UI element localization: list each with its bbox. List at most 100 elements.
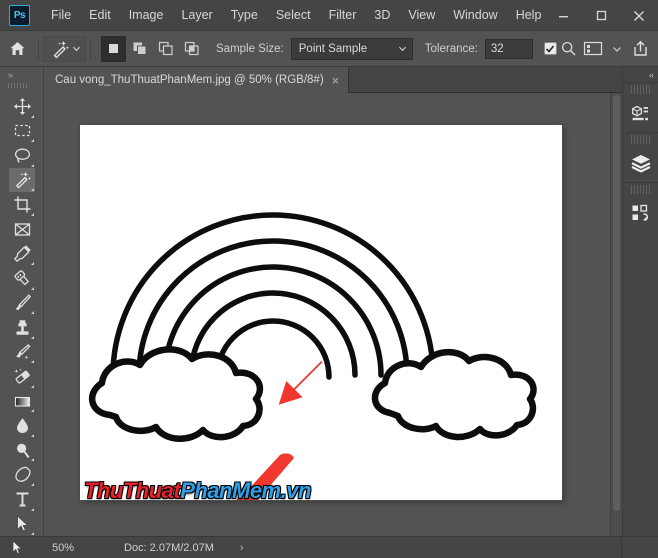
frame-icon xyxy=(13,220,32,239)
type-icon xyxy=(13,490,32,509)
eraser-icon xyxy=(13,367,32,386)
sample-size-value: Point Sample xyxy=(299,43,367,55)
tool-preset-picker[interactable] xyxy=(43,36,86,62)
left-cloud xyxy=(92,349,260,438)
menu-filter[interactable]: Filter xyxy=(320,4,366,26)
menu-image[interactable]: Image xyxy=(120,4,173,26)
minimize-icon xyxy=(558,10,569,21)
watermark: ThuThuatPhanMem.vn xyxy=(84,478,311,500)
properties-panel-group xyxy=(623,82,658,132)
canvas-viewport[interactable]: ThuThuatPhanMem.vn xyxy=(44,93,622,536)
properties-panel-button[interactable] xyxy=(623,94,658,132)
status-expand-arrow[interactable]: › xyxy=(240,542,244,554)
layers-panel-group xyxy=(623,132,658,182)
workspace-switcher-icon xyxy=(583,41,603,56)
layers-panel-button[interactable] xyxy=(623,144,658,182)
home-button[interactable] xyxy=(0,32,34,66)
rectangular-marquee-tool[interactable] xyxy=(9,119,35,144)
document-tab[interactable]: Cau vong_ThuThuatPhanMem.jpg @ 50% (RGB/… xyxy=(44,67,349,93)
blur-drop-icon xyxy=(13,416,32,435)
tool-flyout-triangle xyxy=(31,287,34,290)
close-icon xyxy=(633,10,645,22)
magic-wand-icon xyxy=(50,39,70,59)
subtract-from-selection-button[interactable] xyxy=(153,36,178,62)
tab-close-icon[interactable]: × xyxy=(332,74,340,87)
move-tool[interactable] xyxy=(9,94,35,119)
toolbar-grip[interactable] xyxy=(8,83,28,88)
sample-size-label: Sample Size: xyxy=(216,43,284,55)
toolbar-expand-arrows[interactable]: » xyxy=(8,70,12,80)
new-selection-button[interactable] xyxy=(101,36,126,62)
pen-tool[interactable] xyxy=(9,462,35,487)
eyedropper-tool[interactable] xyxy=(9,241,35,266)
blur-tool[interactable] xyxy=(9,413,35,438)
eraser-tool[interactable] xyxy=(9,364,35,389)
healing-brush-tool[interactable] xyxy=(9,266,35,291)
document-area: Cau vong_ThuThuatPhanMem.jpg @ 50% (RGB/… xyxy=(44,67,622,536)
menu-3d[interactable]: 3D xyxy=(365,4,399,26)
tool-flyout-triangle xyxy=(31,458,34,461)
workspace-chevron-icon xyxy=(612,44,622,54)
options-divider-1 xyxy=(38,38,39,60)
menu-select[interactable]: Select xyxy=(267,4,320,26)
anti-alias-checkbox[interactable] xyxy=(544,42,557,55)
workspace-switcher-button[interactable] xyxy=(581,36,605,62)
menu-file[interactable]: File xyxy=(42,4,80,26)
tool-flyout-triangle xyxy=(31,360,34,363)
panel-grip[interactable] xyxy=(631,185,650,194)
image-canvas[interactable]: ThuThuatPhanMem.vn xyxy=(80,125,562,500)
dodge-tool[interactable] xyxy=(9,438,35,463)
rainbow-clouds-line-art xyxy=(80,125,562,500)
sample-size-select[interactable]: Point Sample xyxy=(291,38,413,60)
lasso-tool[interactable] xyxy=(9,143,35,168)
maximize-button[interactable] xyxy=(582,0,620,31)
menu-view[interactable]: View xyxy=(399,4,444,26)
history-brush-tool[interactable] xyxy=(9,340,35,365)
move-icon xyxy=(13,97,32,116)
cursor-arrow-icon xyxy=(12,540,24,555)
panel-dock: « xyxy=(622,67,658,536)
dodge-icon xyxy=(13,441,32,460)
tool-flyout-triangle xyxy=(31,164,34,167)
canvas-vertical-scrollbar[interactable] xyxy=(610,93,622,536)
dock-collapse-button[interactable]: « xyxy=(623,67,658,82)
tool-flyout-triangle xyxy=(31,532,34,535)
tolerance-input[interactable]: 32 xyxy=(485,39,533,59)
clone-stamp-tool[interactable] xyxy=(9,315,35,340)
libraries-panel-button[interactable] xyxy=(623,194,658,232)
document-info[interactable]: Doc: 2.07M/2.07M › xyxy=(98,542,244,554)
add-to-selection-button[interactable] xyxy=(127,36,152,62)
crop-tool[interactable] xyxy=(9,192,35,217)
zoom-level-input[interactable]: 50% xyxy=(36,537,98,558)
minimize-button[interactable] xyxy=(544,0,582,31)
cursor-indicator xyxy=(0,540,36,555)
share-icon xyxy=(632,40,649,57)
scrollbar-thumb[interactable] xyxy=(613,95,620,511)
gradient-tool[interactable] xyxy=(9,389,35,414)
brush-tool[interactable] xyxy=(9,291,35,316)
window-controls xyxy=(544,0,658,31)
tools-panel xyxy=(8,92,36,536)
intersect-with-selection-button[interactable] xyxy=(179,36,204,62)
intersect-selection-icon xyxy=(184,41,200,56)
magic-wand-tool[interactable] xyxy=(9,168,35,193)
share-button[interactable] xyxy=(629,36,653,62)
menu-window[interactable]: Window xyxy=(444,4,506,26)
path-selection-tool[interactable] xyxy=(9,512,35,537)
close-button[interactable] xyxy=(620,0,658,31)
healing-brush-icon xyxy=(13,269,32,288)
lasso-icon xyxy=(13,146,32,165)
home-icon xyxy=(9,40,26,57)
menu-edit[interactable]: Edit xyxy=(80,4,120,26)
search-icon xyxy=(560,40,577,57)
menu-layer[interactable]: Layer xyxy=(172,4,221,26)
panel-grip[interactable] xyxy=(631,135,650,144)
tool-flyout-triangle xyxy=(31,262,34,265)
type-tool[interactable] xyxy=(9,487,35,512)
search-button[interactable] xyxy=(557,36,581,62)
workspace-chevron-button[interactable] xyxy=(605,36,629,62)
panel-grip[interactable] xyxy=(631,85,650,94)
frame-tool[interactable] xyxy=(9,217,35,242)
tolerance-label: Tolerance: xyxy=(425,43,478,55)
menu-type[interactable]: Type xyxy=(222,4,267,26)
